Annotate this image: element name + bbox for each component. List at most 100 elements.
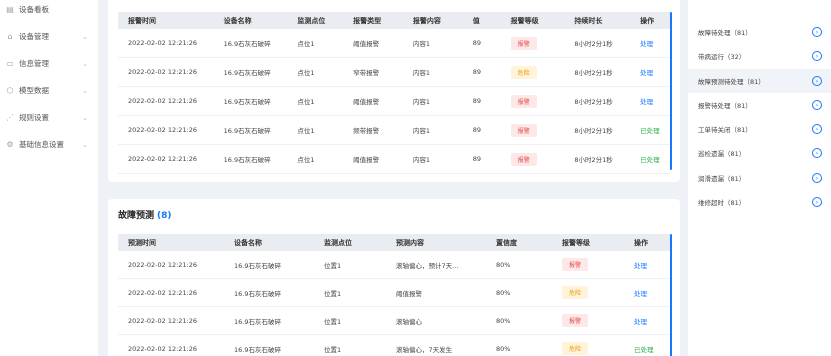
fault-cell-content: 滚轴偏心 [396,317,422,326]
todo-item-label: 故障待处理（81） [698,29,752,37]
fault-cell-level: 危险 [552,286,624,299]
chevron-down-icon: ⌄ [82,32,88,41]
fault-col-header: 置信度 [496,238,517,247]
table-row: 2022-02-02 12:21:26 16.9石灰石破碎 点位1 频带报警 内容1 89… [118,116,670,145]
status-badge: 报警 [510,152,537,166]
table-row: 2022-02-02 12:21:26 16.9石灰石破碎 位置1 阈值报警 80% 危险… [118,279,670,307]
handle-action-link[interactable]: 处理 [640,69,653,77]
alarm-col-header: 设备名称 [223,16,252,25]
fault-cell-level: 危险 [552,342,624,355]
fault-cell-device: 16.9石灰石破碎 [234,317,281,326]
fault-cell-action: 已处理 [624,344,668,354]
alarm-cell-point: 点位1 [297,69,315,77]
fault-cell-action: 处理 [624,316,668,326]
todo-item-2[interactable]: 故障预测待处理（81） › [688,69,831,93]
sidebar-item-label: 信息管理 [19,59,49,68]
alarm-table-header: 报警时间 设备名称 监测点位 报警类型 报警内容 值 报警等级 持续时长 操作 [118,12,670,29]
alarm-cell-content: 内容1 [412,156,431,164]
alarm-table-card: 报警时间 设备名称 监测点位 报警类型 报警内容 值 报警等级 持续时长 操作 2022-02-… [108,0,680,182]
chevron-down-icon: ⌄ [82,59,88,68]
alarm-cell-point: 点位1 [297,98,315,106]
fault-cell-confidence: 80% [496,288,511,297]
alarm-cell-device: 16.9石灰石破碎 [223,69,271,77]
chevron-right-circle-icon[interactable]: › [812,27,822,37]
sidebar-item-label: 模型数据 [19,86,49,95]
fault-cell-device: 16.9石灰石破碎 [234,345,281,354]
todo-item-1[interactable]: 带病运行（32） › [688,44,831,68]
alarm-cell-action: 处理 [630,38,670,48]
model-icon: ⬡ [6,86,14,95]
todo-item-4[interactable]: 工单待关闭（81） › [688,117,831,141]
sidebar-item-4[interactable]: ⋰ 规则设置 ⌄ [0,104,98,131]
handle-action-link[interactable]: 已处理 [640,156,660,164]
sidebar-item-label: 规则设置 [19,113,49,122]
sidebar-item-1[interactable]: ⌂ 设备管理 ⌄ [0,23,98,50]
fault-cell-device: 16.9石灰石破碎 [234,289,281,298]
fault-cell-action: 处理 [624,288,668,298]
sidebar: ▤ 设备看板 ⌂ 设备管理 ⌄ ▭ 信息管理 ⌄ ⬡ 模型数据 ⌄ ⋰ 规则设置 ⌄ ⚙ 基础信息设置 ⌄ [0,0,98,356]
alarm-col-header: 操作 [640,16,655,25]
sidebar-item-label: 基础信息设置 [19,140,64,149]
handle-action-link[interactable]: 处理 [640,98,653,106]
fault-table-header: 预测时间 设备名称 监测点位 预测内容 置信度 报警等级 操作 [118,234,670,251]
alarm-cell-action: 处理 [630,67,670,77]
chevron-down-icon: ⌄ [82,86,88,95]
handle-action-link[interactable]: 已处理 [634,346,654,354]
chevron-right-circle-icon[interactable]: › [812,76,822,86]
alarm-cell-duration: 8小时2分1秒 [574,69,613,77]
chevron-down-icon: ⌄ [82,113,88,122]
fault-cell-time: 2022-02-02 12:21:26 [128,344,198,353]
alarm-cell-action: 已处理 [630,154,670,164]
handle-action-link[interactable]: 处理 [634,262,647,270]
todo-item-7[interactable]: 维修超时（81） › [688,190,831,214]
sidebar-item-label: 设备看板 [19,5,49,14]
info-icon: ▭ [6,59,14,68]
alarm-cell-content: 内容1 [412,40,431,48]
status-badge: 报警 [510,94,537,108]
fault-cell-point: 位置1 [324,289,342,298]
chevron-right-circle-icon[interactable]: › [812,197,822,207]
sidebar-item-0[interactable]: ▤ 设备看板 [0,0,98,23]
alarm-cell-content: 内容1 [412,69,431,77]
sidebar-item-label: 设备管理 [19,32,49,41]
alarm-table-scrollbar[interactable] [670,12,672,170]
fault-col-header: 设备名称 [234,238,262,247]
alarm-cell-action: 处理 [630,96,670,106]
handle-action-link[interactable]: 处理 [634,290,647,298]
sidebar-item-5[interactable]: ⚙ 基础信息设置 ⌄ [0,131,98,158]
fault-cell-content: 滚轴偏心，预计7天... [396,261,459,270]
table-row: 2022-02-02 12:21:26 16.9石灰石破碎 位置1 滚轴偏心，预计7天… [118,251,670,279]
table-row: 2022-02-02 12:21:26 16.9石灰石破碎 点位1 阈值报警 内容1 89… [118,87,670,116]
todo-item-label: 工单待关闭（81） [698,126,752,134]
alarm-cell-value: 89 [472,97,481,105]
chevron-right-circle-icon[interactable]: › [812,100,822,110]
handle-action-link[interactable]: 处理 [634,318,647,326]
status-badge: 报警 [562,258,589,271]
todo-item-6[interactable]: 润滑遗漏（81） › [688,166,831,190]
chevron-right-circle-icon[interactable]: › [812,173,822,183]
alarm-cell-device: 16.9石灰石破碎 [223,98,271,106]
handle-action-link[interactable]: 已处理 [640,127,660,135]
chevron-right-circle-icon[interactable]: › [812,124,822,134]
todo-item-0[interactable]: 故障待处理（81） › [688,20,831,44]
alarm-cell-type: 阈值报警 [353,156,380,164]
fault-count: (8) [157,211,172,221]
handle-action-link[interactable]: 处理 [640,40,653,48]
todo-item-5[interactable]: 巡检遗漏（81） › [688,141,831,165]
device-icon: ⌂ [7,32,13,41]
todo-item-3[interactable]: 报警待处理（81） › [688,93,831,117]
alarm-cell-level: 报警 [501,152,565,166]
fault-cell-confidence: 80% [496,260,511,269]
alarm-cell-duration: 8小时2分1秒 [574,156,613,164]
fault-table-scrollbar[interactable] [670,234,672,356]
chevron-right-circle-icon[interactable]: › [812,51,822,61]
table-row: 2022-02-02 12:21:26 16.9石灰石破碎 点位1 窄带报警 内容1 89… [118,58,670,87]
alarm-col-header: 报警时间 [128,16,156,25]
alarm-cell-level: 危险 [501,65,565,79]
fault-prediction-title: 故障预测 (8) [118,208,172,221]
settings-icon: ⚙ [6,140,14,149]
chevron-right-circle-icon[interactable]: › [812,148,822,158]
fault-cell-confidence: 80% [496,316,511,325]
sidebar-item-2[interactable]: ▭ 信息管理 ⌄ [0,50,98,77]
sidebar-item-3[interactable]: ⬡ 模型数据 ⌄ [0,77,98,104]
